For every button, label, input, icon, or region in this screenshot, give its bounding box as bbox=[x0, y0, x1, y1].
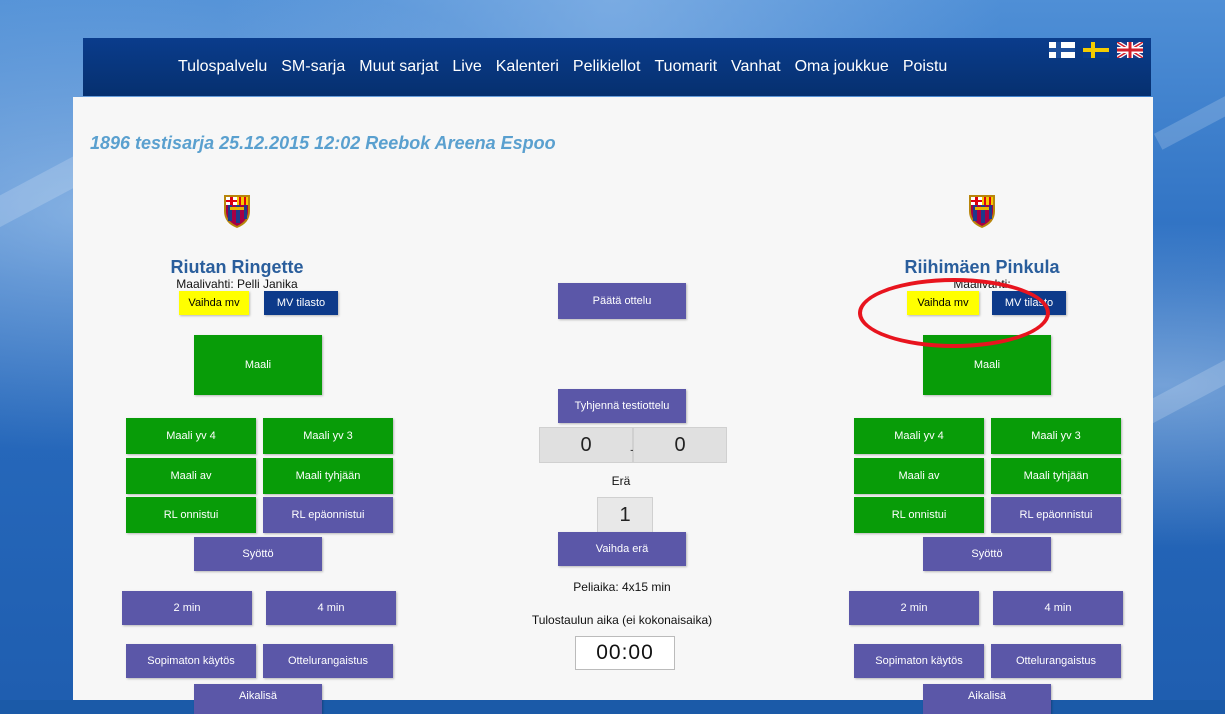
uk-flag-icon[interactable] bbox=[1117, 42, 1143, 58]
game-time-label: Peliaika: 4x15 min bbox=[573, 580, 671, 594]
nav-kalenteri[interactable]: Kalenteri bbox=[496, 58, 559, 76]
nav-tuomarit[interactable]: Tuomarit bbox=[655, 58, 718, 76]
nav-vanhat[interactable]: Vanhat bbox=[731, 58, 781, 76]
home-team-crest-icon bbox=[224, 195, 250, 228]
end-match-button[interactable]: Päätä ottelu bbox=[558, 283, 686, 319]
home-4min-penalty-button[interactable]: 4 min bbox=[266, 591, 396, 625]
home-assist-button[interactable]: Syöttö bbox=[194, 537, 322, 571]
nav-sm-sarja[interactable]: SM-sarja bbox=[281, 58, 345, 76]
away-goal-button[interactable]: Maali bbox=[923, 335, 1051, 395]
match-title: 1896 testisarja 25.12.2015 12:02 Reebok … bbox=[90, 133, 556, 153]
home-penalty-shot-fail-button[interactable]: RL epäonnistui bbox=[263, 497, 393, 533]
language-flags bbox=[1049, 42, 1143, 58]
home-team-name: Riutan Ringette bbox=[170, 257, 304, 277]
away-team-name: Riihimäen Pinkula bbox=[904, 257, 1060, 277]
away-goal-empty-net-button[interactable]: Maali tyhjään bbox=[991, 458, 1121, 494]
change-period-button[interactable]: Vaihda erä bbox=[558, 532, 686, 566]
away-goalie-stats-button[interactable]: MV tilasto bbox=[992, 291, 1066, 315]
away-goalie-label: Maalivahti: bbox=[953, 277, 1011, 291]
away-timeout-button[interactable]: Aikalisä bbox=[923, 684, 1051, 714]
home-score-display: 0 bbox=[539, 427, 633, 463]
home-goal-button[interactable]: Maali bbox=[194, 335, 322, 395]
home-goalie-stats-button[interactable]: MV tilasto bbox=[264, 291, 338, 315]
away-goal-pp4-button[interactable]: Maali yv 4 bbox=[854, 418, 984, 454]
away-team-crest-icon bbox=[969, 195, 995, 228]
home-timeout-button[interactable]: Aikalisä bbox=[194, 684, 322, 714]
away-2min-penalty-button[interactable]: 2 min bbox=[849, 591, 979, 625]
nav-live[interactable]: Live bbox=[452, 58, 481, 76]
home-match-penalty-button[interactable]: Ottelurangaistus bbox=[263, 644, 393, 678]
home-goal-sh-button[interactable]: Maali av bbox=[126, 458, 256, 494]
away-change-goalie-button[interactable]: Vaihda mv bbox=[907, 291, 979, 315]
away-goal-pp3-button[interactable]: Maali yv 3 bbox=[991, 418, 1121, 454]
nav-poistu[interactable]: Poistu bbox=[903, 58, 947, 76]
nav-menu: Tulospalvelu SM-sarja Muut sarjat Live K… bbox=[178, 38, 961, 96]
away-misconduct-button[interactable]: Sopimaton käytös bbox=[854, 644, 984, 678]
home-goal-pp4-button[interactable]: Maali yv 4 bbox=[126, 418, 256, 454]
away-penalty-shot-success-button[interactable]: RL onnistui bbox=[854, 497, 984, 533]
home-goal-empty-net-button[interactable]: Maali tyhjään bbox=[263, 458, 393, 494]
period-label: Erä bbox=[611, 474, 631, 488]
main-panel: 1896 testisarja 25.12.2015 12:02 Reebok … bbox=[73, 97, 1153, 714]
nav-oma-joukkue[interactable]: Oma joukkue bbox=[795, 58, 889, 76]
period-display: 1 bbox=[597, 497, 653, 533]
finnish-flag-icon[interactable] bbox=[1049, 42, 1075, 58]
away-assist-button[interactable]: Syöttö bbox=[923, 537, 1051, 571]
scoreboard-clock-display: 00:00 bbox=[575, 636, 675, 670]
away-goal-sh-button[interactable]: Maali av bbox=[854, 458, 984, 494]
home-misconduct-button[interactable]: Sopimaton käytös bbox=[126, 644, 256, 678]
home-goal-pp3-button[interactable]: Maali yv 3 bbox=[263, 418, 393, 454]
home-penalty-shot-success-button[interactable]: RL onnistui bbox=[126, 497, 256, 533]
nav-muut-sarjat[interactable]: Muut sarjat bbox=[359, 58, 438, 76]
home-goalie-label: Maalivahti: Pelli Janika bbox=[176, 277, 298, 291]
away-score-display: 0 bbox=[633, 427, 727, 463]
nav-pelikiellot[interactable]: Pelikiellot bbox=[573, 58, 641, 76]
away-4min-penalty-button[interactable]: 4 min bbox=[993, 591, 1123, 625]
clear-test-match-button[interactable]: Tyhjennä testiottelu bbox=[558, 389, 686, 423]
away-penalty-shot-fail-button[interactable]: RL epäonnistui bbox=[991, 497, 1121, 533]
scoreboard-clock-label: Tulostaulun aika (ei kokonaisaika) bbox=[531, 613, 713, 627]
top-navbar: Tulospalvelu SM-sarja Muut sarjat Live K… bbox=[83, 38, 1151, 96]
home-change-goalie-button[interactable]: Vaihda mv bbox=[179, 291, 249, 315]
away-match-penalty-button[interactable]: Ottelurangaistus bbox=[991, 644, 1121, 678]
swedish-flag-icon[interactable] bbox=[1083, 42, 1109, 58]
home-2min-penalty-button[interactable]: 2 min bbox=[122, 591, 252, 625]
nav-tulospalvelu[interactable]: Tulospalvelu bbox=[178, 58, 267, 76]
